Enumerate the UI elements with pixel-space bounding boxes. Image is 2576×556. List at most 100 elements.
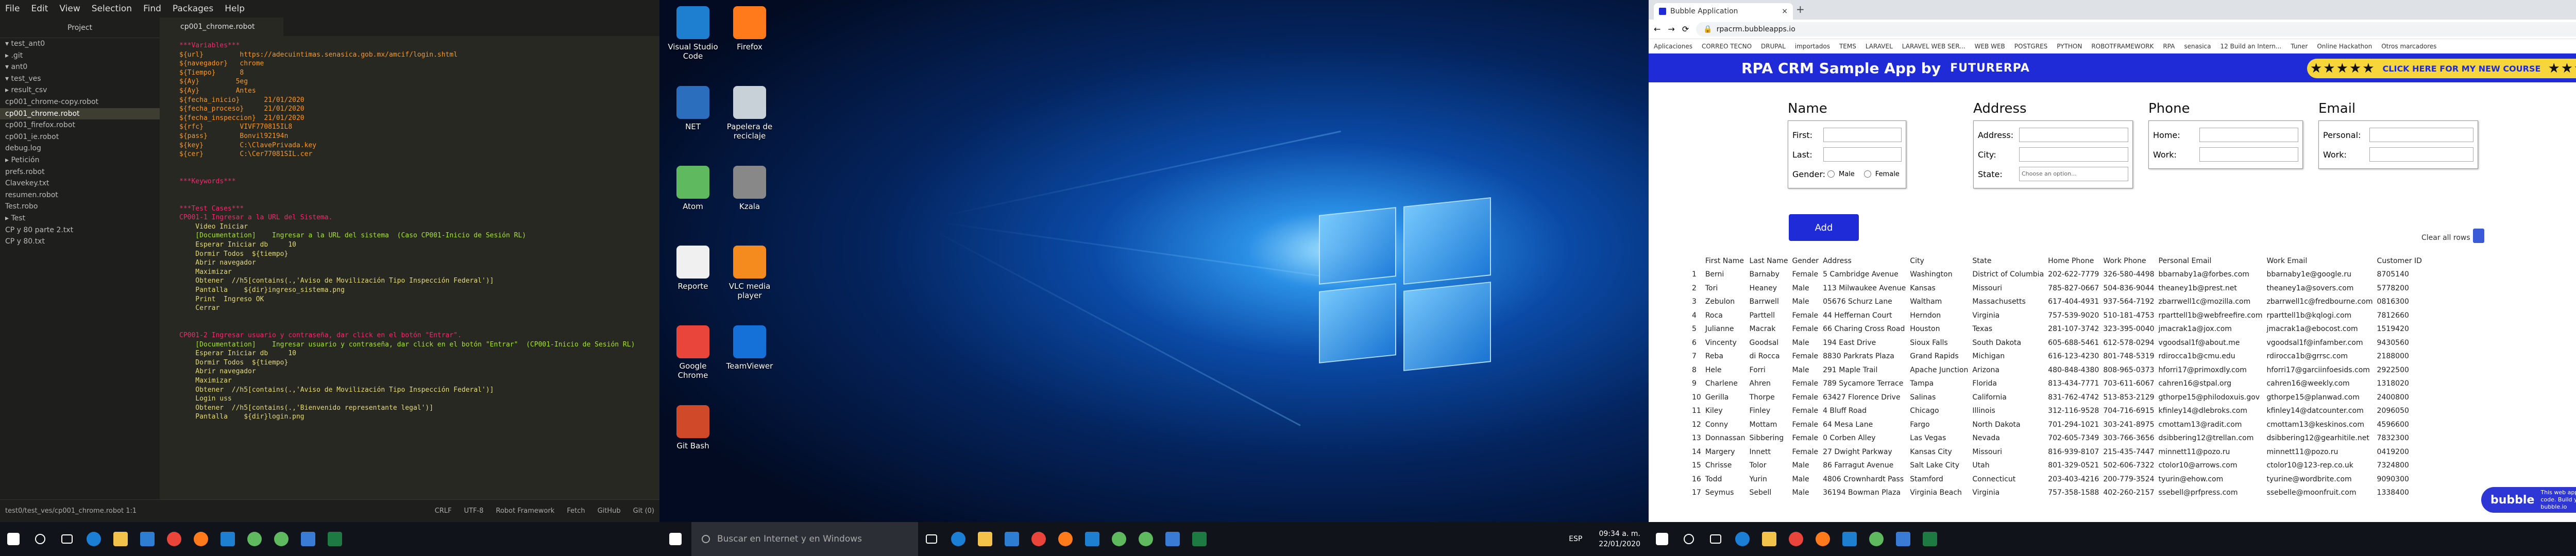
desktop-icon-firefox[interactable]: Firefox	[721, 6, 778, 51]
table-row[interactable]: 4 Roca Parttell Female 44 Heffernan Court Her…	[1690, 309, 2424, 323]
desktop-icon-net[interactable]: NET	[665, 86, 721, 131]
desktop-icon-teamviewer[interactable]: TeamViewer	[721, 325, 778, 371]
bookmark-item[interactable]: TEMS	[1839, 43, 1856, 50]
tree-item[interactable]: cp001_chrome-copy.robot	[0, 96, 160, 108]
start-button[interactable]	[659, 522, 691, 556]
status-item[interactable]: Robot Framework	[496, 507, 555, 515]
bookmark-item[interactable]: DRUPAL	[1761, 43, 1786, 50]
table-row[interactable]: 15 Chrisse Tolor Male 86 Farragut Avenue Salt…	[1690, 459, 2424, 473]
city-input[interactable]	[2019, 147, 2128, 162]
browser-tab[interactable]: Bubble Application ×	[1654, 3, 1793, 20]
table-row[interactable]: 3 Zebulon Barrwell Male 05676 Schurz Lane Wal…	[1690, 295, 2424, 309]
tree-item[interactable]: ▸ Test	[0, 213, 160, 224]
chrome-icon[interactable]	[1025, 522, 1052, 556]
desktop-icon-vlc-media-player[interactable]: VLC media player	[721, 246, 778, 300]
bookmark-item[interactable]: PYTHON	[2057, 43, 2082, 50]
firefox-icon[interactable]	[1809, 522, 1836, 556]
atom2-icon[interactable]	[268, 522, 295, 556]
desktop-icon-kzala[interactable]: Kzala	[721, 166, 778, 211]
vscode-icon[interactable]	[1836, 522, 1863, 556]
clock[interactable]: 09:34 a. m. 22/01/2020	[1590, 529, 1649, 549]
editor-tab[interactable]: cp001_chrome.robot	[160, 18, 283, 36]
atom-icon[interactable]	[1106, 522, 1132, 556]
tree-item[interactable]: cp001_firefox.robot	[0, 119, 160, 131]
home-phone-input[interactable]	[2199, 128, 2298, 142]
work-email-input[interactable]	[2369, 147, 2473, 162]
table-row[interactable]: 17 Seymus Sebell Male 36194 Bowman Plaza Virg…	[1690, 486, 2424, 500]
search-box[interactable]: Buscar en Internet y en Windows	[691, 522, 918, 556]
table-row[interactable]: 1 Berni Barnaby Female 5 Cambridge Avenue Was…	[1690, 268, 2424, 282]
tree-item[interactable]: ▸ .git	[0, 50, 160, 62]
tree-item[interactable]: ▸ result_csv	[0, 84, 160, 96]
tree-item[interactable]: cp001_chrome.robot	[0, 108, 160, 120]
table-row[interactable]: 8 Hele Forri Male 291 Maple Trail Apache Junc…	[1690, 363, 2424, 377]
firefox-icon[interactable]	[1052, 522, 1079, 556]
male-radio[interactable]	[1827, 170, 1835, 178]
bookmark-item[interactable]: POSTGRES	[2014, 43, 2047, 50]
store-icon[interactable]	[998, 522, 1025, 556]
table-row[interactable]: 11 Kiley Finley Female 4 Bluff Road Chicago Il…	[1690, 404, 2424, 418]
back-icon[interactable]: ←	[1654, 24, 1660, 34]
tree-item[interactable]: debug.log	[0, 143, 160, 154]
taskview-icon[interactable]	[918, 522, 945, 556]
code-area[interactable]: ***Variables*** ${url} https://adecuintim…	[179, 41, 659, 422]
taskview-icon[interactable]	[1702, 522, 1729, 556]
last-name-input[interactable]	[1823, 147, 1902, 162]
atom2-icon[interactable]	[1132, 522, 1159, 556]
tree-item[interactable]: prefs.robot	[0, 166, 160, 178]
desktop-icon-visual-studio-code[interactable]: Visual Studio Code	[665, 6, 721, 61]
explorer-icon[interactable]	[972, 522, 998, 556]
menu-item-view[interactable]: View	[59, 4, 80, 14]
table-row[interactable]: 12 Conny Mottam Female 64 Mesa Lane Fargo Nort…	[1690, 418, 2424, 432]
menu-item-edit[interactable]: Edit	[31, 4, 48, 14]
taskview-icon[interactable]	[54, 522, 80, 556]
desktop-icon-reporte[interactable]: Reporte	[665, 246, 721, 291]
close-icon[interactable]: ×	[1782, 7, 1788, 15]
vscode-icon[interactable]	[214, 522, 241, 556]
bookmark-item[interactable]: RPA	[2163, 43, 2175, 50]
table-row[interactable]: 6 Vincenty Goodsal Male 194 East Drive Sioux …	[1690, 336, 2424, 350]
forward-icon[interactable]: →	[1668, 24, 1674, 34]
state-select[interactable]: Choose an option...	[2019, 167, 2128, 181]
trash-icon[interactable]	[2473, 229, 2484, 243]
bubble-badge[interactable]: bubble This web app is built without cod…	[2481, 487, 2576, 513]
address-bar[interactable]: 🔒 rpacrm.bubbleapps.io	[1696, 22, 2576, 37]
menu-item-file[interactable]: File	[5, 4, 20, 14]
edge-icon[interactable]	[80, 522, 107, 556]
explorer-icon[interactable]	[1756, 522, 1783, 556]
first-name-input[interactable]	[1823, 128, 1902, 142]
work-phone-input[interactable]	[2199, 147, 2298, 162]
tree-item[interactable]: CP y 80 parte 2.txt	[0, 224, 160, 236]
bookmark-item[interactable]: senasica	[2184, 43, 2211, 50]
tree-item[interactable]: CP y 80.txt	[0, 236, 160, 248]
bookmark-item[interactable]: 12 Build an Intern...	[2221, 43, 2282, 50]
bookmark-item[interactable]: ROBOTFRAMEWORK	[2091, 43, 2154, 50]
status-item[interactable]: CRLF	[435, 507, 452, 515]
desktop-icon-git-bash[interactable]: Git Bash	[665, 405, 721, 450]
tree-item[interactable]: Test.robo	[0, 201, 160, 213]
store-icon[interactable]	[134, 522, 161, 556]
tree-item[interactable]: ▸ Petición	[0, 154, 160, 166]
vscode-icon[interactable]	[1079, 522, 1106, 556]
reload-icon[interactable]: ⟳	[1682, 24, 1689, 34]
bookmark-item[interactable]: LARAVEL	[1866, 43, 1893, 50]
uipath-icon[interactable]	[1159, 522, 1186, 556]
status-item[interactable]: Git (0)	[633, 507, 654, 515]
tree-item[interactable]: ▾ ant0	[0, 61, 160, 73]
table-row[interactable]: 7 Reba di Rocca Female 8830 Parkrats Plaza Gr…	[1690, 350, 2424, 363]
search-icon[interactable]	[1675, 522, 1702, 556]
bookmark-item[interactable]: LARAVEL WEB SER...	[1902, 43, 1965, 50]
uipath-icon[interactable]	[1890, 522, 1917, 556]
table-row[interactable]: 9 Charlene Ahren Female 789 Sycamore Terrace…	[1690, 377, 2424, 391]
chrome-icon[interactable]	[161, 522, 188, 556]
add-button[interactable]: Add	[1789, 214, 1859, 241]
menu-item-find[interactable]: Find	[143, 4, 161, 14]
explorer-icon[interactable]	[107, 522, 134, 556]
bookmark-item[interactable]: WEB WEB	[1975, 43, 2005, 50]
firefox-icon[interactable]	[188, 522, 214, 556]
menu-item-selection[interactable]: Selection	[92, 4, 132, 14]
search-icon[interactable]	[27, 522, 54, 556]
bookmark-item[interactable]: CORREO TECNO	[1702, 43, 1752, 50]
bookmark-item[interactable]: Aplicaciones	[1654, 43, 1692, 50]
status-item[interactable]: UTF-8	[464, 507, 484, 515]
